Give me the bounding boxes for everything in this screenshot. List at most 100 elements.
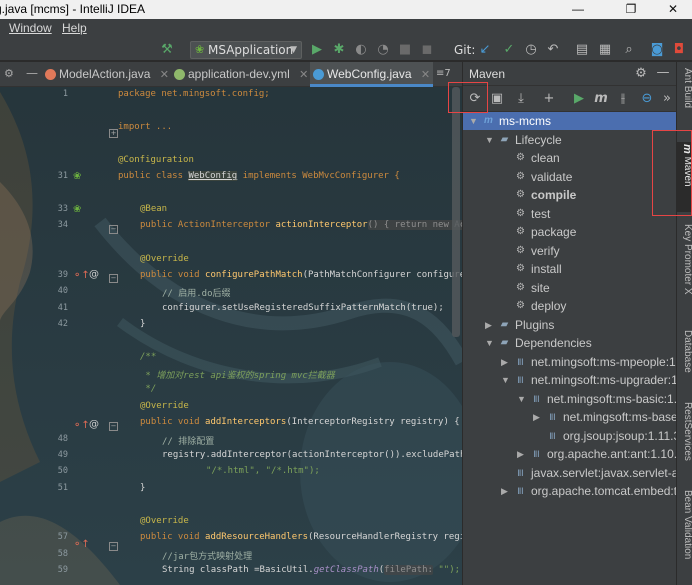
minimize-button[interactable]: — (555, 0, 601, 19)
tab-key-promoter[interactable]: Key Promoter X (677, 222, 692, 322)
tree-node[interactable]: ▼ ǁǀ net.mingsoft:ms-upgrader:1.0 (463, 371, 676, 389)
fold-marker[interactable]: − (109, 225, 118, 234)
tab-webconfig[interactable]: WebConfig.java ✕ (310, 62, 433, 87)
line-number: 58 (57, 549, 68, 559)
code-line: @Configuration (118, 155, 194, 169)
chevron-right-icon[interactable]: ▶ (485, 316, 492, 334)
code-text: String classPath =BasicUtil. (162, 565, 314, 575)
close-icon[interactable]: ✕ (160, 69, 169, 81)
line-number: 41 (57, 303, 68, 313)
maven-goal-icon[interactable]: m (591, 90, 611, 108)
run-icon[interactable]: ▶ (308, 41, 326, 59)
close-icon[interactable]: ✕ (421, 69, 430, 81)
maximize-button[interactable]: ❐ (608, 0, 654, 19)
lifecycle-goal[interactable]: ⚙ package (463, 223, 676, 241)
tree-node[interactable]: ǁǀ org.jsoup:jsoup:1.11.3 (463, 427, 676, 445)
menu-window[interactable]: Window (9, 21, 52, 35)
hide-icon[interactable]: — (653, 64, 673, 82)
tree-node-label: net.mingsoft:ms-basic:1.0. (547, 391, 676, 406)
code-content[interactable]: package net.mingsoft.config; import ... … (108, 87, 462, 585)
lifecycle-goal[interactable]: ⚙ clean (463, 149, 676, 167)
tree-node[interactable]: ▼ ▰ Dependencies (463, 334, 676, 352)
stop-icon[interactable]: ■ (396, 41, 414, 59)
more-icon[interactable]: » (657, 90, 676, 108)
add-icon[interactable]: + (539, 90, 559, 108)
fold-marker[interactable]: + (109, 129, 118, 138)
generate-sources-icon[interactable]: ▣ (487, 90, 507, 108)
sdk-icon[interactable]: ▦ (596, 41, 614, 59)
project-collapse-icon[interactable]: ⚙ (4, 67, 14, 80)
menu-help[interactable]: Help (62, 21, 87, 35)
rollback-icon[interactable]: ↶ (544, 41, 562, 59)
tab-bean-validation[interactable]: Bean Validation (677, 488, 692, 583)
tab-application-dev[interactable]: application-dev.yml ✕ (171, 62, 309, 87)
chevron-down-icon[interactable]: ▼ (485, 334, 494, 352)
close-icon[interactable]: ✕ (299, 69, 308, 81)
fold-marker[interactable]: − (109, 274, 118, 283)
tree-node-label: net.mingsoft:ms-upgrader:1.0 (531, 373, 676, 387)
plugin-icon[interactable]: ◘ (670, 41, 688, 59)
tree-node[interactable]: ▼ ▰ Lifecycle (463, 131, 676, 149)
history-icon[interactable]: ◷ (522, 41, 540, 59)
debug-icon[interactable]: ✱ (330, 41, 348, 59)
spring-bean-icon[interactable]: ❀ (73, 171, 81, 182)
tree-node[interactable]: ǁǀ javax.servlet:javax.servlet-api: (463, 464, 676, 482)
tree-node[interactable]: ▼ m ms-mcms (463, 112, 676, 130)
code-editor[interactable]: ⚙ — ModelAction.java ✕ application-dev.y… (0, 62, 462, 585)
lifecycle-goal[interactable]: ⚙ validate (463, 168, 676, 186)
coverage-icon[interactable]: ◐ (352, 41, 370, 59)
settings-icon[interactable]: ⚙ (631, 65, 651, 83)
tab-modelaction[interactable]: ModelAction.java ✕ (42, 62, 170, 87)
build-hammer-icon[interactable]: ⚒ (158, 41, 176, 59)
chevron-down-icon[interactable]: ▼ (469, 112, 478, 130)
run-icon[interactable]: ▶ (569, 90, 589, 108)
tab-ant-build[interactable]: Ant Build (677, 66, 692, 132)
chevron-down-icon[interactable]: ▼ (501, 371, 510, 389)
close-button[interactable]: ✕ (650, 0, 692, 19)
tab-restservices[interactable]: RestServices (677, 400, 692, 482)
tree-node-label: org.apache.tomcat.embed:to (531, 484, 676, 498)
lifecycle-goal[interactable]: ⚙ deploy (463, 297, 676, 315)
method-name: getClassPath (313, 565, 379, 575)
run-configuration-select[interactable]: ❀ MSApplication ▼ (190, 41, 302, 59)
git-commit-icon[interactable]: ✓ (500, 41, 518, 59)
fold-marker[interactable]: − (109, 542, 118, 551)
spring-bean-icon[interactable]: ❀ (73, 204, 81, 215)
translate-icon[interactable]: ◙ (648, 41, 666, 59)
git-update-icon[interactable]: ↙ (476, 41, 494, 59)
chevron-right-icon[interactable]: ▶ (501, 353, 508, 371)
toggle-offline-icon[interactable]: ⫲ (613, 90, 633, 108)
chevron-right-icon[interactable]: ▶ (533, 408, 540, 426)
skip-tests-icon[interactable]: ⊖ (637, 90, 657, 108)
lifecycle-goal[interactable]: ⚙ install (463, 260, 676, 278)
chevron-down-icon[interactable]: ▼ (517, 390, 526, 408)
project-structure-icon[interactable]: ▤ (573, 41, 591, 59)
lifecycle-goal[interactable]: ⚙ verify (463, 242, 676, 260)
chevron-right-icon[interactable]: ▶ (501, 482, 508, 500)
tree-node[interactable]: ▼ ǁǀ net.mingsoft:ms-basic:1.0. (463, 390, 676, 408)
override-icon[interactable]: ⚬↑ (73, 270, 90, 281)
line-number: 40 (57, 286, 68, 296)
search-icon[interactable]: ⌕ (620, 41, 638, 59)
editor-scrollbar[interactable] (452, 87, 460, 337)
hide-icon[interactable]: — (26, 66, 38, 80)
fold-marker[interactable]: − (109, 422, 118, 431)
attach-icon[interactable]: ◼ (418, 41, 436, 59)
tree-node[interactable]: ▶ ǁǀ net.mingsoft:ms-mpeople:1.0 (463, 353, 676, 371)
lifecycle-goal[interactable]: ⚙ site (463, 279, 676, 297)
lifecycle-goal[interactable]: ⚙ compile (463, 186, 676, 204)
chevron-right-icon[interactable]: ▶ (517, 445, 524, 463)
tree-node[interactable]: ▶ ǁǀ net.mingsoft:ms-base:1 (463, 408, 676, 426)
tree-node[interactable]: ▶ ǁǀ org.apache.ant:ant:1.10.5 (463, 445, 676, 463)
tree-node[interactable]: ▶ ▰ Plugins (463, 316, 676, 334)
code-text: implements WebMvcConfigurer { (237, 171, 400, 181)
tab-overflow-indicator[interactable]: ≡7 (436, 68, 451, 79)
download-icon[interactable]: ⤓ (511, 90, 531, 108)
override-icon[interactable]: ⚬↑ (73, 539, 90, 550)
tree-node[interactable]: ▶ ǁǀ org.apache.tomcat.embed:to (463, 482, 676, 500)
lifecycle-goal[interactable]: ⚙ test (463, 205, 676, 223)
override-icon[interactable]: ⚬↑ (73, 420, 90, 431)
profile-icon[interactable]: ◔ (374, 41, 392, 59)
chevron-down-icon[interactable]: ▼ (485, 131, 494, 149)
tab-database[interactable]: Database (677, 328, 692, 394)
